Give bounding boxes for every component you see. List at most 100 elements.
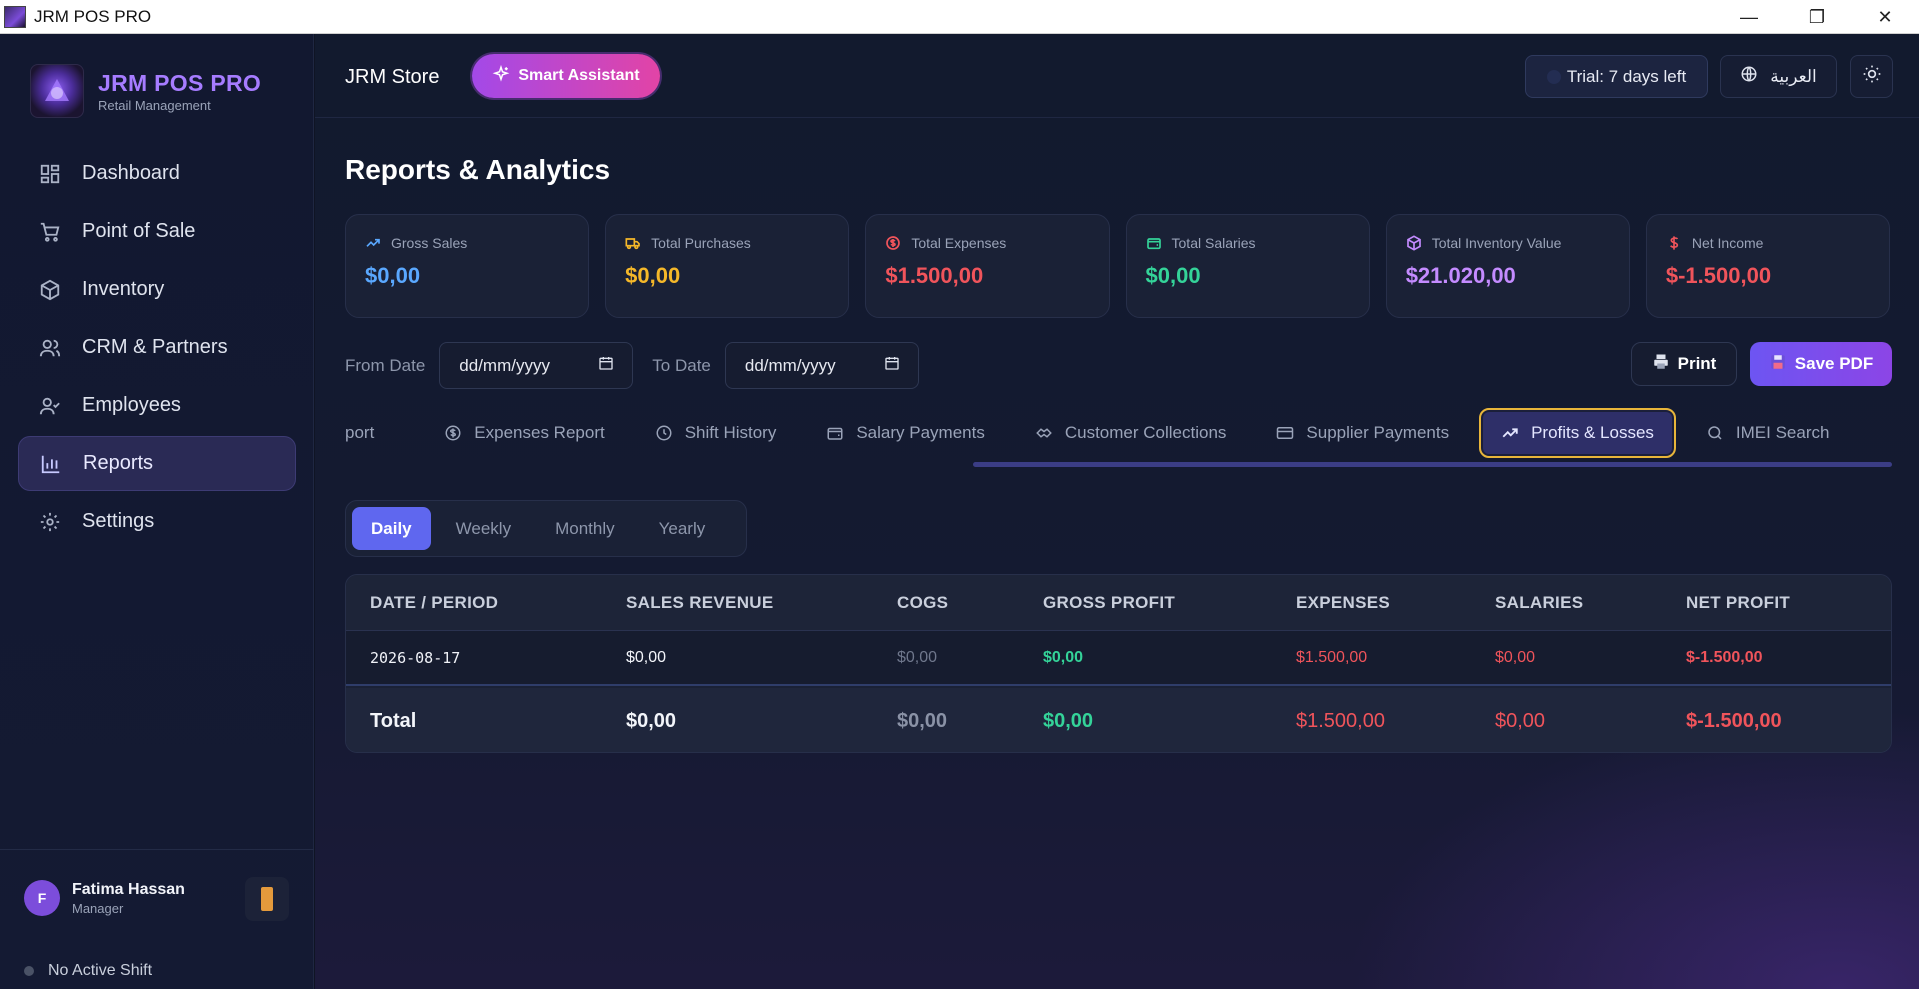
- from-date-input[interactable]: dd/mm/yyyy: [439, 342, 634, 389]
- trial-badge[interactable]: Trial: 7 days left: [1525, 55, 1708, 98]
- stat-value: $0,00: [365, 263, 421, 288]
- floppy-disk-icon: [1769, 353, 1787, 376]
- brand[interactable]: JRM POS PRO Retail Management: [30, 64, 261, 118]
- bar-chart-icon: [39, 452, 63, 476]
- column-header: COGS: [897, 592, 949, 612]
- calendar-icon: [884, 355, 900, 376]
- total-cogs: $0,00: [897, 709, 948, 732]
- total-expenses: $1.500,00: [1296, 709, 1385, 732]
- trending-up-icon: [1501, 424, 1519, 442]
- sidebar-item-settings[interactable]: Settings: [18, 494, 296, 549]
- tab-profits-losses[interactable]: Profits & Losses: [1479, 408, 1676, 458]
- tab-sales-report[interactable]: port: [345, 408, 394, 458]
- report-tabs: port Expenses Report Shift History Salar…: [345, 407, 1892, 467]
- tabs-scrollbar[interactable]: [345, 462, 1892, 467]
- cell-expenses: $1.500,00: [1296, 648, 1368, 666]
- tab-salary-payments[interactable]: Salary Payments: [806, 408, 1005, 458]
- stat-value: $0,00: [625, 263, 681, 288]
- app-icon: [4, 5, 26, 28]
- trending-up-icon: [365, 235, 381, 251]
- tab-label: Expenses Report: [474, 423, 605, 442]
- door-icon: [261, 887, 273, 911]
- calendar-icon: [598, 355, 614, 376]
- total-label: Total: [370, 709, 417, 732]
- window-title: JRM POS PRO: [34, 6, 152, 26]
- period-selector: Daily Weekly Monthly Yearly: [345, 500, 747, 557]
- brand-subtitle: Retail Management: [98, 97, 211, 113]
- table-row[interactable]: 2026-08-17 $0,00 $0,00 $0,00 $1.500,00 $…: [346, 631, 1891, 686]
- sidebar-item-employees[interactable]: Employees: [18, 378, 296, 433]
- from-date-placeholder: dd/mm/yyyy: [459, 355, 550, 375]
- sidebar-item-reports[interactable]: Reports: [18, 436, 296, 491]
- sidebar-item-label: Point of Sale: [82, 220, 196, 242]
- globe-icon: [1740, 65, 1758, 88]
- close-button[interactable]: ✕: [1851, 0, 1919, 34]
- stat-card-total-expenses: Total Expenses $1.500,00: [865, 214, 1110, 318]
- tab-supplier-payments[interactable]: Supplier Payments: [1256, 408, 1469, 458]
- cell-net-profit: $-1.500,00: [1686, 648, 1763, 666]
- cell-cogs: $0,00: [897, 648, 938, 666]
- tabs-scrollbar-thumb[interactable]: [973, 462, 1892, 467]
- store-name: JRM Store: [345, 66, 440, 88]
- tab-label: Profits & Losses: [1531, 423, 1654, 442]
- tab-imei-search[interactable]: IMEI Search: [1686, 408, 1850, 458]
- sidebar-item-dashboard[interactable]: Dashboard: [18, 146, 296, 201]
- sidebar-item-label: Reports: [83, 452, 154, 474]
- stat-card-total-purchases: Total Purchases $0,00: [605, 214, 850, 318]
- tab-expenses-report[interactable]: Expenses Report: [424, 408, 624, 458]
- main-content: JRM Store Smart Assistant Trial: 7 days …: [315, 34, 1919, 989]
- maximize-button[interactable]: ❐: [1783, 0, 1851, 34]
- period-weekly[interactable]: Weekly: [437, 507, 530, 550]
- stat-label: Net Income: [1691, 235, 1764, 251]
- sidebar-item-label: Inventory: [82, 278, 165, 300]
- sidebar-item-inventory[interactable]: Inventory: [18, 262, 296, 317]
- trial-label: Trial: 7 days left: [1566, 66, 1687, 86]
- tab-shift-history[interactable]: Shift History: [635, 408, 797, 458]
- dollar-circle-icon: [444, 424, 462, 442]
- page-title: Reports & Analytics: [345, 154, 611, 185]
- cube-icon: [1406, 235, 1422, 251]
- tab-label: Salary Payments: [856, 423, 985, 442]
- avatar: F: [24, 880, 60, 916]
- smart-assistant-label: Smart Assistant: [518, 67, 640, 84]
- user-name: Fatima Hassan: [72, 880, 185, 898]
- smart-assistant-button[interactable]: Smart Assistant: [472, 54, 660, 98]
- credit-card-icon: [1276, 424, 1294, 442]
- shift-toggle-button[interactable]: [245, 877, 289, 921]
- tab-customer-collections[interactable]: Customer Collections: [1015, 408, 1247, 458]
- total-salaries: $0,00: [1495, 709, 1546, 732]
- total-net-profit: $-1.500,00: [1686, 709, 1782, 732]
- sparkles-icon: [492, 64, 510, 88]
- period-yearly[interactable]: Yearly: [640, 507, 725, 550]
- truck-icon: [625, 235, 641, 251]
- stat-label: Total Inventory Value: [1431, 235, 1562, 251]
- date-filters: From Date dd/mm/yyyy To Date dd/mm/yyyy: [345, 342, 919, 389]
- topbar: JRM Store Smart Assistant Trial: 7 days …: [315, 34, 1919, 118]
- sidebar-nav: Dashboard Point of Sale Inventory CRM & …: [18, 146, 296, 552]
- period-monthly[interactable]: Monthly: [536, 507, 634, 550]
- stat-label: Total Purchases: [651, 235, 751, 251]
- save-pdf-button[interactable]: Save PDF: [1750, 342, 1892, 386]
- sidebar-item-label: CRM & Partners: [82, 336, 228, 358]
- sidebar-item-label: Dashboard: [82, 162, 180, 184]
- status-dot: [24, 966, 34, 976]
- user-profile[interactable]: F Fatima Hassan Manager: [24, 880, 185, 916]
- sidebar-item-crm-partners[interactable]: CRM & Partners: [18, 320, 296, 375]
- stat-card-gross-sales: Gross Sales $0,00: [345, 214, 590, 318]
- language-button[interactable]: العربية: [1720, 55, 1837, 98]
- minimize-button[interactable]: —: [1715, 0, 1783, 34]
- column-header: GROSS PROFIT: [1043, 592, 1176, 612]
- column-header: SALES REVENUE: [626, 592, 774, 612]
- shift-status-label: No Active Shift: [48, 962, 153, 979]
- wallet-icon: [1146, 235, 1162, 251]
- theme-toggle-button[interactable]: [1850, 55, 1893, 98]
- column-header: EXPENSES: [1296, 592, 1391, 612]
- print-button[interactable]: Print: [1631, 342, 1737, 386]
- cell-sales-revenue: $0,00: [626, 648, 667, 666]
- period-daily[interactable]: Daily: [352, 507, 431, 550]
- cell-gross-profit: $0,00: [1043, 648, 1084, 666]
- total-sales-revenue: $0,00: [626, 709, 677, 732]
- to-date-input[interactable]: dd/mm/yyyy: [724, 342, 919, 389]
- sidebar-item-label: Employees: [82, 394, 181, 416]
- sidebar-item-point-of-sale[interactable]: Point of Sale: [18, 204, 296, 259]
